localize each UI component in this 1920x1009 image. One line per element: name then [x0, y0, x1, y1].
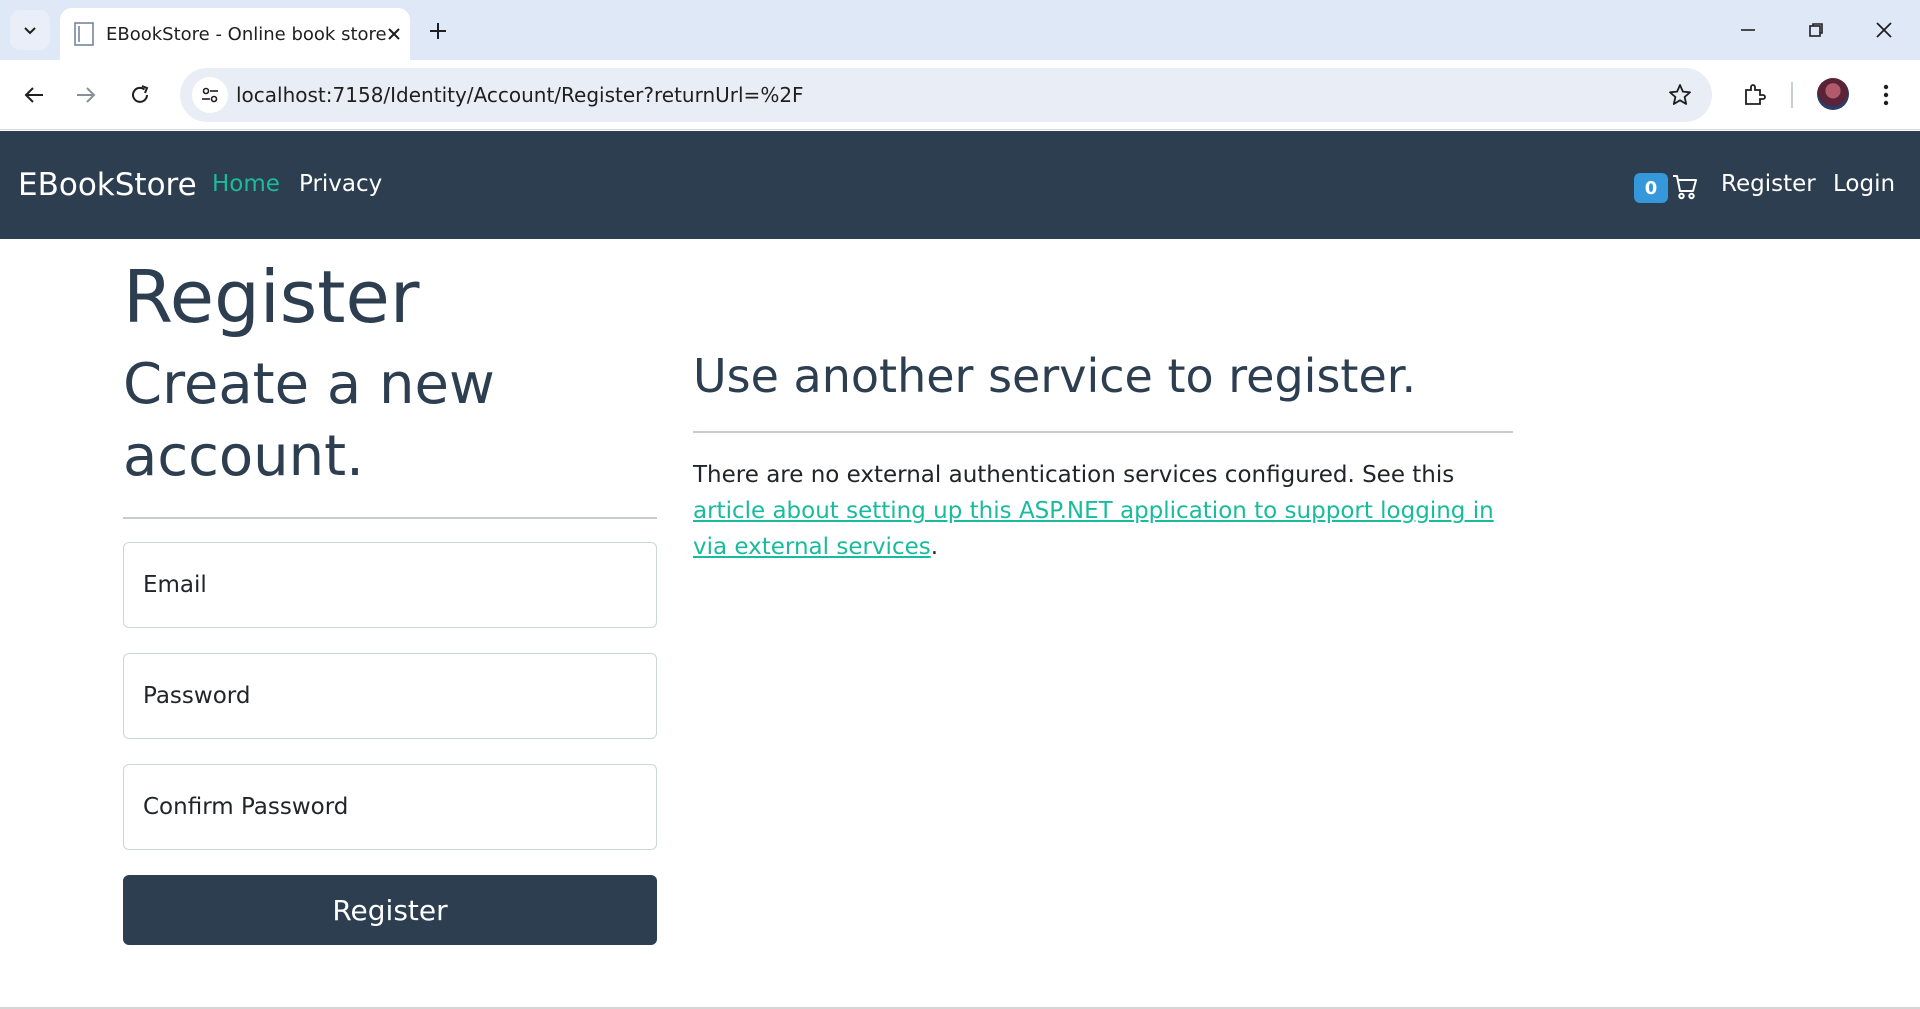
nav-link-privacy[interactable]: Privacy [299, 171, 382, 197]
external-login-heading: Use another service to register. [693, 349, 1417, 403]
browser-tab-strip: EBookStore - Online book store [0, 0, 1920, 60]
confirm-password-field[interactable]: Confirm Password [123, 764, 657, 850]
external-auth-article-link[interactable]: article about setting up this ASP.NET ap… [693, 498, 1494, 560]
puzzle-icon [1745, 84, 1766, 105]
plus-icon [430, 23, 446, 39]
new-tab-button[interactable] [422, 15, 454, 47]
tab-title: EBookStore - Online book store [106, 23, 387, 45]
email-field[interactable]: Email [123, 542, 657, 628]
browser-toolbar: localhost:7158/Identity/Account/Register… [0, 60, 1920, 130]
close-window-button[interactable] [1866, 12, 1902, 48]
divider [693, 431, 1513, 433]
external-text-before: There are no external authentication ser… [693, 462, 1455, 488]
nav-link-login[interactable]: Login [1833, 171, 1895, 197]
star-icon[interactable] [1666, 81, 1694, 109]
page-icon [74, 21, 94, 47]
close-icon [1876, 22, 1892, 38]
page-content: Register Create a new account. Email Pas… [0, 239, 1920, 1009]
page-title: Register [123, 255, 420, 339]
toolbar-separator [1791, 82, 1793, 108]
forward-button[interactable] [66, 75, 106, 115]
register-submit-button[interactable]: Register [123, 875, 657, 945]
browser-tab[interactable]: EBookStore - Online book store [60, 8, 410, 60]
address-bar[interactable]: localhost:7158/Identity/Account/Register… [180, 68, 1712, 122]
tab-search-button[interactable] [10, 10, 50, 50]
reload-icon [132, 85, 149, 103]
minimize-icon [1741, 29, 1755, 31]
restore-button[interactable] [1798, 12, 1834, 48]
restore-icon [1809, 23, 1823, 37]
confirm-password-label: Confirm Password [143, 794, 349, 820]
form-heading: Create a new account. [123, 352, 495, 489]
divider [123, 517, 657, 519]
nav-link-home[interactable]: Home [212, 171, 280, 197]
tune-icon [202, 87, 218, 103]
arrow-right-icon [77, 87, 96, 103]
password-label: Password [143, 683, 251, 709]
chevron-down-icon [24, 27, 36, 35]
url-text: localhost:7158/Identity/Account/Register… [236, 83, 804, 107]
arrow-left-icon [24, 87, 43, 103]
profile-avatar[interactable] [1817, 78, 1849, 110]
external-login-message: There are no external authentication ser… [693, 457, 1523, 565]
site-navbar: EBookStore Home Privacy 0 Register Login [0, 131, 1920, 239]
brand-link[interactable]: EBookStore [18, 167, 197, 203]
extensions-button[interactable] [1734, 75, 1774, 115]
external-text-after: . [930, 534, 939, 560]
nav-link-register[interactable]: Register [1721, 171, 1816, 197]
more-vert-icon [1883, 84, 1889, 106]
password-field[interactable]: Password [123, 653, 657, 739]
close-icon[interactable] [387, 20, 401, 48]
reload-button[interactable] [120, 75, 160, 115]
back-button[interactable] [14, 75, 54, 115]
email-label: Email [143, 572, 207, 598]
cart-icon[interactable] [1672, 173, 1698, 201]
site-info-button[interactable] [192, 77, 228, 113]
minimize-button[interactable] [1730, 12, 1766, 48]
browser-menu-button[interactable] [1866, 75, 1906, 115]
cart-count-badge[interactable]: 0 [1634, 173, 1668, 203]
